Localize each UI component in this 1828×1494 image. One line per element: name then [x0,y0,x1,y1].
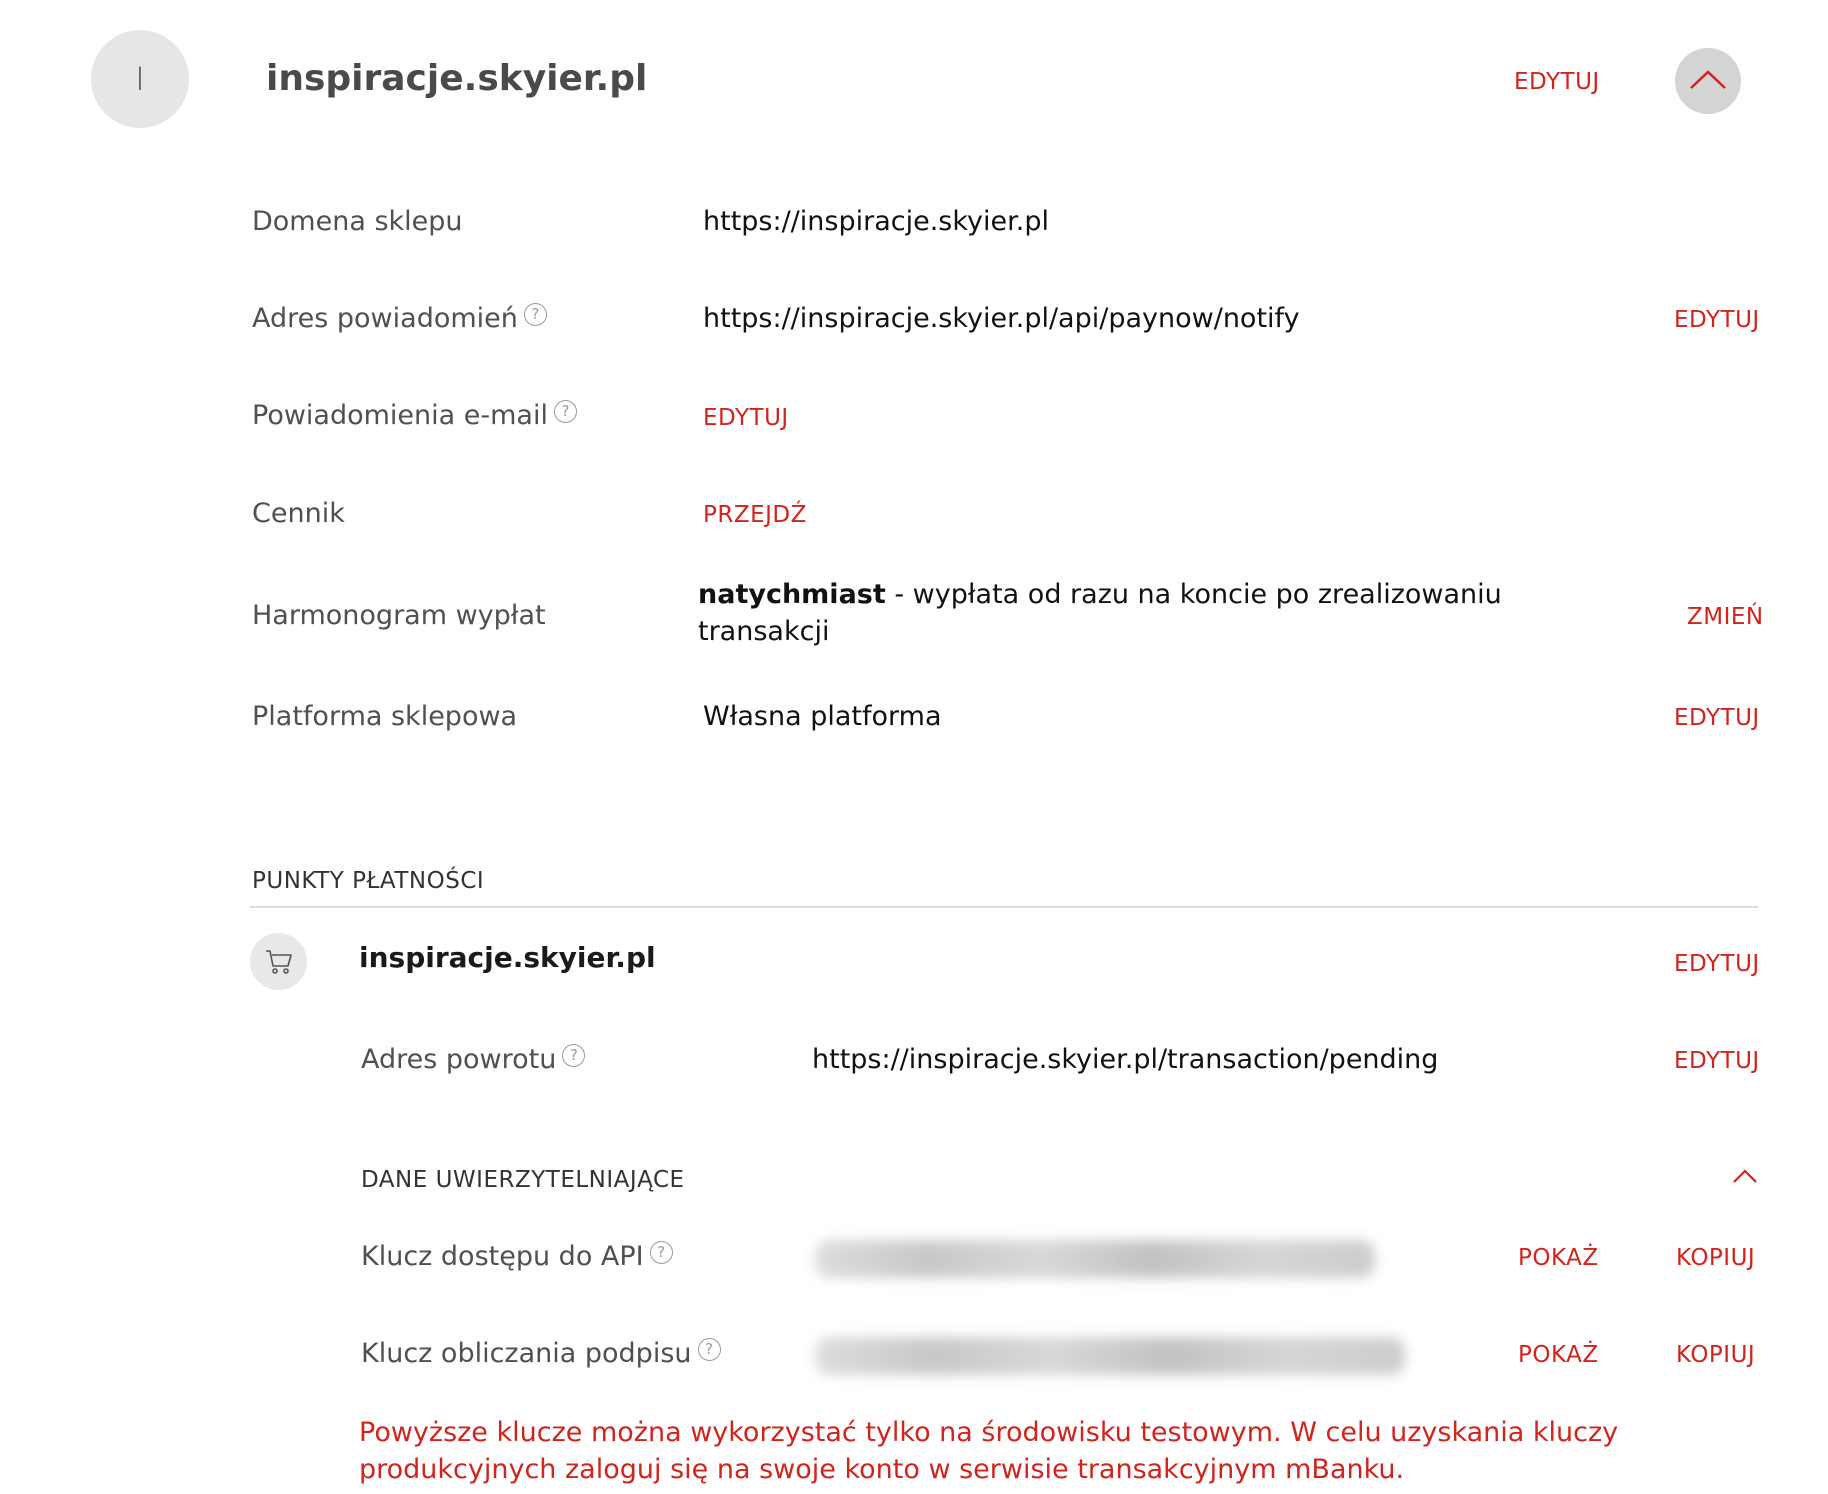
edit-platform-button[interactable]: EDYTUJ [1674,703,1760,733]
cart-badge [250,933,307,990]
signature-key-masked [815,1337,1405,1375]
payout-schedule-bold: natychmiast [698,579,886,610]
credentials-collapse-button[interactable] [1730,1162,1760,1196]
signature-key-label-text: Klucz obliczania podpisu [361,1338,692,1369]
change-payout-schedule-button[interactable]: ZMIEŃ [1687,602,1764,632]
domain-value: https://inspiracje.skyier.pl [703,206,1049,237]
pricing-go-button[interactable]: PRZEJDŹ [703,500,807,530]
shop-title: inspiracje.skyier.pl [266,58,648,99]
question-circle-icon[interactable]: ? [649,1241,673,1264]
edit-notify-address-button[interactable]: EDYTUJ [1674,305,1760,335]
collapse-button[interactable] [1675,48,1741,114]
show-api-key-button[interactable]: POKAŻ [1518,1243,1599,1273]
credentials-title: DANE UWIERZYTELNIAJĄCE [361,1167,685,1193]
return-address-label-text: Adres powrotu [361,1044,557,1075]
edit-payment-point-button[interactable]: EDYTUJ [1674,949,1760,979]
chevron-up-icon [1690,70,1726,89]
copy-signature-key-button[interactable]: KOPIUJ [1676,1340,1755,1370]
return-address-value: https://inspiracje.skyier.pl/transaction… [812,1044,1439,1075]
question-circle-icon[interactable]: ? [697,1338,721,1361]
cart-icon [265,949,292,974]
domain-label: Domena sklepu [252,206,463,237]
payment-points-title: PUNKTY PŁATNOŚCI [252,868,485,894]
email-notifications-label: Powiadomienia e-mail? [252,399,577,433]
api-key-label-text: Klucz dostępu do API [361,1241,644,1272]
api-key-masked [815,1240,1375,1278]
email-notifications-label-text: Powiadomienia e-mail [252,400,548,431]
test-keys-note: Powyższe klucze można wykorzystać tylko … [359,1417,1619,1485]
notify-address-label: Adres powiadomień? [252,302,547,336]
payout-schedule-label: Harmonogram wypłat [252,600,546,631]
show-signature-key-button[interactable]: POKAŻ [1518,1340,1599,1370]
payment-point-name: inspiracje.skyier.pl [359,941,656,974]
copy-api-key-button[interactable]: KOPIUJ [1676,1243,1755,1273]
question-circle-icon[interactable]: ? [562,1044,586,1067]
edit-shop-button[interactable]: EDYTUJ [1514,67,1600,97]
divider [250,906,1758,908]
edit-return-address-button[interactable]: EDYTUJ [1674,1046,1760,1076]
return-address-label: Adres powrotu? [361,1043,586,1077]
notify-address-value: https://inspiracje.skyier.pl/api/paynow/… [703,303,1300,334]
platform-label: Platforma sklepowa [252,701,518,732]
pricing-label: Cennik [252,498,345,529]
api-key-label: Klucz dostępu do API? [361,1240,673,1274]
platform-value: Własna platforma [703,701,942,732]
question-circle-icon[interactable]: ? [523,303,547,326]
edit-email-notifications-button[interactable]: EDYTUJ [703,403,789,433]
chevron-up-icon [1733,1169,1757,1183]
payout-schedule-value: natychmiast - wypłata od razu na koncie … [698,576,1558,650]
signature-key-label: Klucz obliczania podpisu? [361,1337,721,1371]
notify-address-label-text: Adres powiadomień [252,303,518,334]
avatar-letter: I [135,60,145,98]
question-circle-icon[interactable]: ? [554,400,577,423]
avatar: I [91,30,189,128]
